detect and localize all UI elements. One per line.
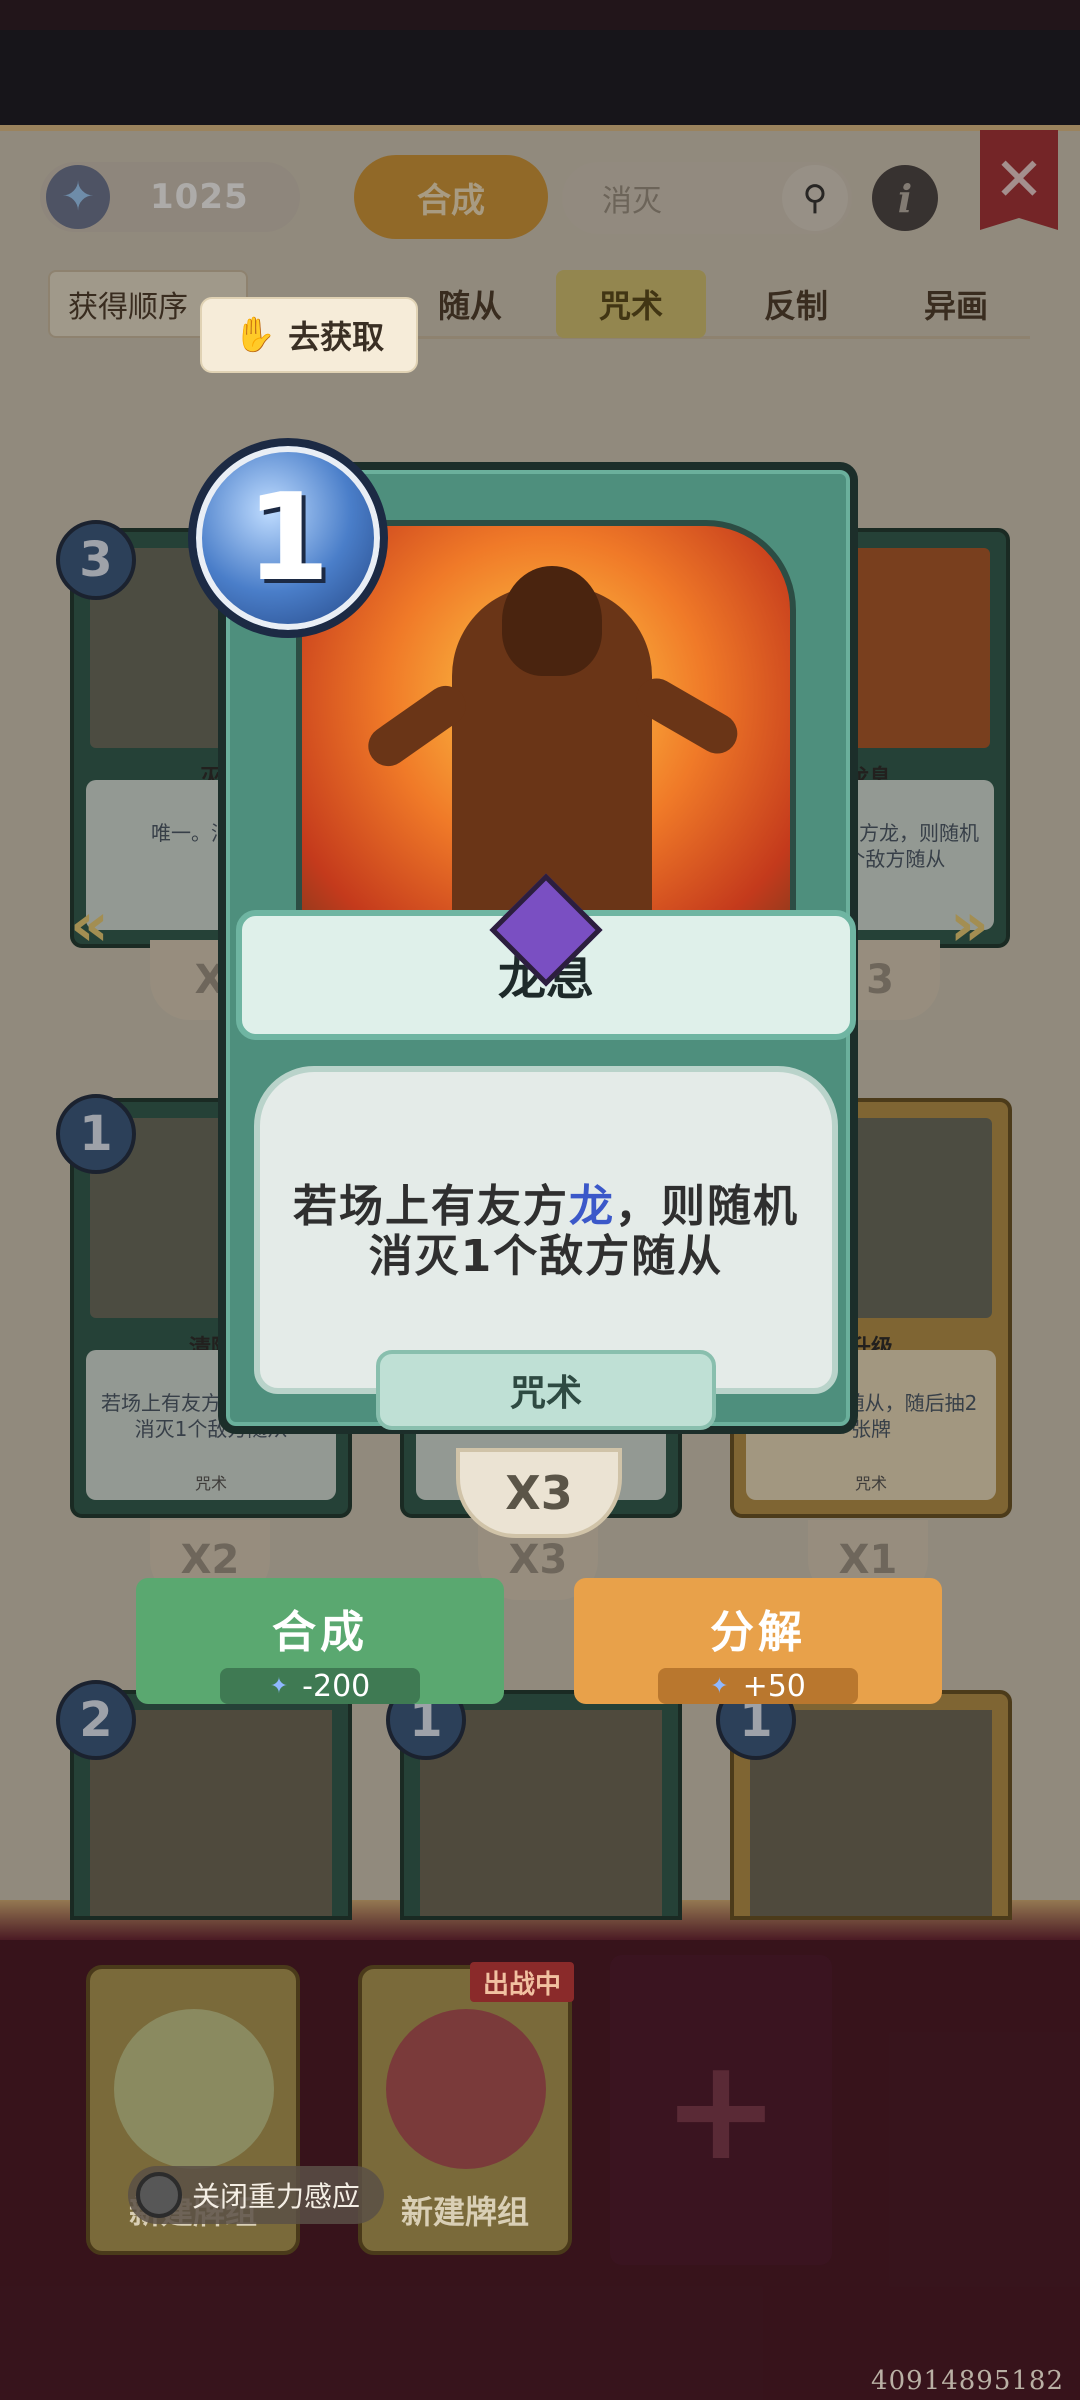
craft-button[interactable]: 合成 ✦ -200 [136, 1578, 504, 1704]
deck-slot[interactable]: 新建牌组 [358, 1965, 572, 2255]
active-deck-badge: 出战中 [470, 1962, 574, 2002]
info-icon[interactable]: i [872, 165, 938, 231]
toggle-icon [136, 2172, 182, 2218]
hero-portrait [114, 2009, 274, 2169]
deck-label: 新建牌组 [400, 2193, 529, 2231]
cost-badge: 1 [56, 1094, 136, 1174]
card-description-box: 若场上有友方龙，则随机消灭1个敌方随从 [254, 1066, 838, 1394]
next-arrow-icon[interactable]: » [950, 890, 989, 960]
card-type-label: 咒术 [376, 1350, 716, 1430]
cost-badge: 2 [56, 1680, 136, 1760]
crystal-icon: ✦ [269, 1673, 289, 1699]
id-stamp: 40914895182 [871, 2366, 1064, 2396]
disenchant-gain: ✦ +50 [658, 1668, 858, 1704]
crystal-icon: ✦ [710, 1673, 729, 1699]
hero-portrait [386, 2009, 546, 2169]
search-icon[interactable]: ⚲ [782, 165, 848, 231]
tab-spells[interactable]: 咒术 [556, 270, 706, 338]
get-card-label: 去获取 [288, 318, 385, 356]
card-type: 咒术 [194, 1474, 227, 1493]
status-strip [0, 0, 1080, 30]
gravity-label: 关闭重力感应 [192, 2180, 361, 2213]
crystal-icon: ✦ [46, 165, 110, 229]
plus-icon: + [662, 2028, 780, 2192]
currency-amount: 1025 [150, 177, 249, 217]
disenchant-label: 分解 [710, 1607, 806, 1658]
craft-label: 合成 [272, 1607, 368, 1658]
disenchant-button[interactable]: 分解 ✦ +50 [574, 1578, 942, 1704]
mana-cost-badge: 1 [188, 438, 388, 638]
card-type: 咒术 [854, 1474, 887, 1493]
add-deck-slot[interactable]: + [610, 1955, 832, 2265]
owned-count: X3 [456, 1448, 622, 1538]
gravity-toggle[interactable]: 关闭重力感应 [128, 2166, 384, 2224]
cost-badge: 3 [56, 520, 136, 600]
craft-cost: ✦ -200 [220, 1668, 420, 1704]
card-description: 若场上有友方龙，则随机消灭1个敌方随从 [293, 1181, 799, 1282]
tab-counters[interactable]: 反制 [736, 270, 856, 338]
close-icon[interactable]: ✕ [980, 130, 1058, 230]
prev-arrow-icon[interactable]: « [70, 890, 109, 960]
currency-display: ✦ 1025 [40, 162, 300, 232]
get-card-button[interactable]: ✋ 去获取 [200, 297, 418, 373]
tab-alt-art[interactable]: 异画 [896, 270, 1016, 338]
hand-icon: ✋ [233, 315, 277, 355]
sort-label: 获得顺序 [68, 290, 188, 325]
craft-mode-button[interactable]: 合成 [354, 155, 548, 239]
tab-minions[interactable]: 随从 [410, 270, 530, 338]
top-band [0, 30, 1080, 125]
